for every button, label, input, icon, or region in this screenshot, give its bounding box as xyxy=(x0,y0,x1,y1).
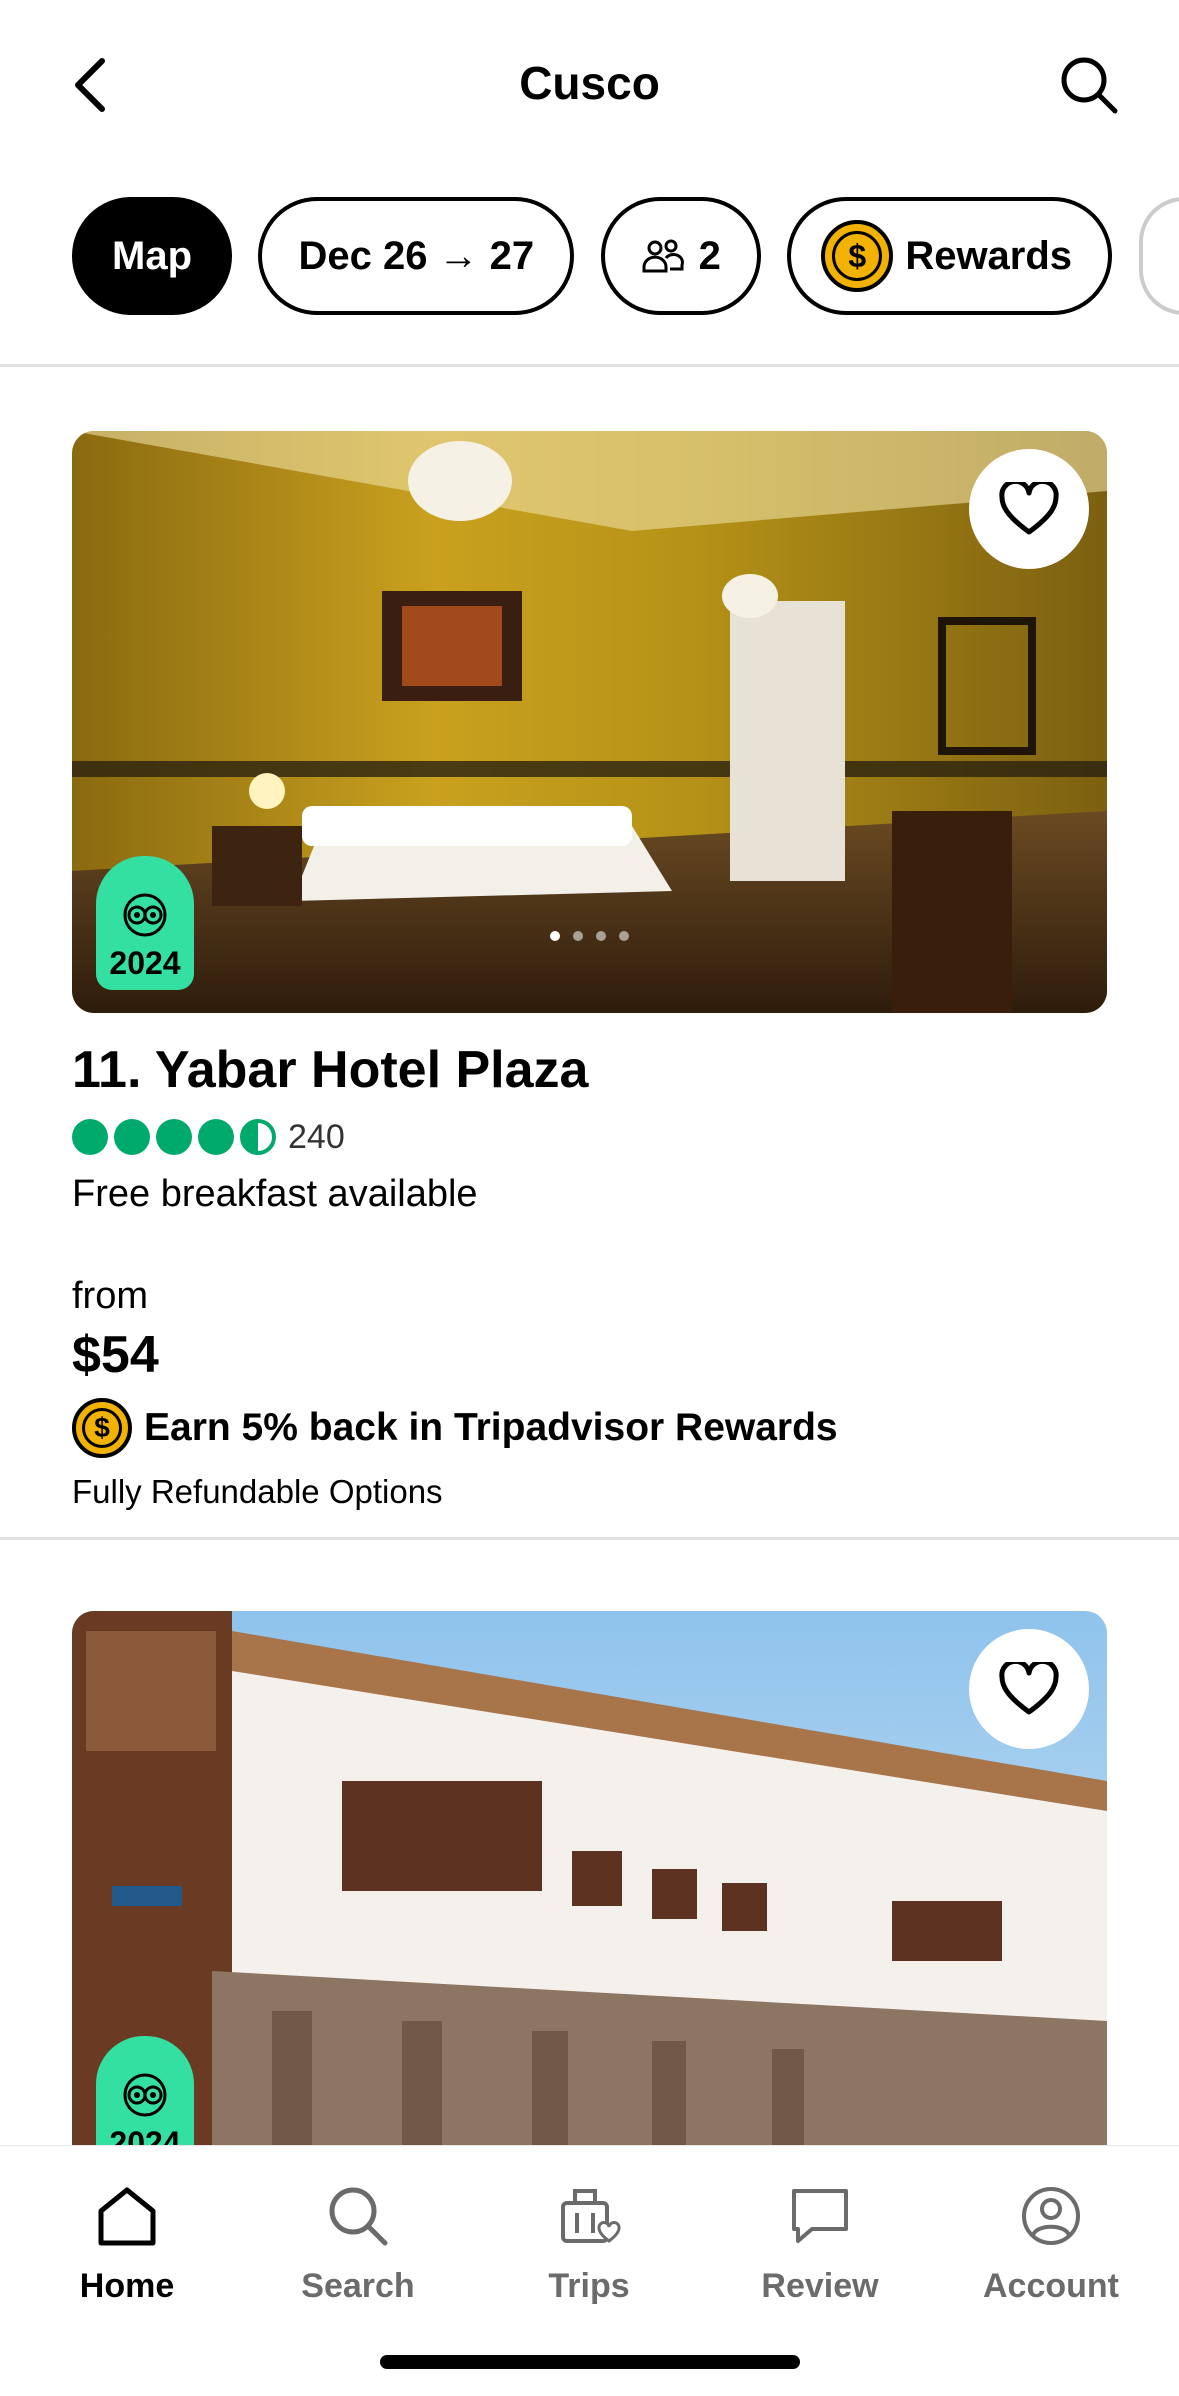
suitcase-icon xyxy=(561,2189,621,2243)
owl-logo-icon xyxy=(123,2073,167,2117)
dates-chip-label: Dec 26 → 27 xyxy=(298,233,535,278)
rewards-offer: $ Earn 5% back in Tripadvisor Rewards xyxy=(72,1398,838,1458)
account-icon xyxy=(1022,2187,1080,2245)
rewards-coin-icon: $ xyxy=(821,220,894,292)
coin-symbol: $ xyxy=(832,231,883,281)
hotel-name[interactable]: 11. Yabar Hotel Plaza xyxy=(72,1040,588,1100)
nav-label: Account xyxy=(983,2267,1119,2305)
heart-icon xyxy=(999,1662,1059,1715)
rating-bubble xyxy=(72,1119,108,1155)
filter-chips: Map Dec 26 → 27 2 $ Rewards xyxy=(72,197,1179,317)
pager-dot xyxy=(596,931,606,941)
price-prefix: from xyxy=(72,1275,148,1317)
travelers-choice-award-badge: 2024 xyxy=(96,856,194,990)
nav-label: Review xyxy=(761,2267,879,2305)
rewards-chip[interactable]: $ Rewards xyxy=(787,197,1113,315)
search-icon xyxy=(329,2187,388,2246)
pager-dot xyxy=(619,931,629,941)
map-chip-label: Map xyxy=(112,233,192,278)
rating-bubble xyxy=(114,1119,150,1155)
save-button[interactable] xyxy=(969,1629,1089,1749)
award-year: 2024 xyxy=(109,945,181,981)
price: $54 xyxy=(72,1326,159,1384)
nav-home[interactable]: Home xyxy=(27,2171,227,2306)
hotel-exterior-photo xyxy=(72,1611,1107,2193)
coin-symbol: $ xyxy=(82,1408,122,1448)
pager-dot xyxy=(573,931,583,941)
save-button[interactable] xyxy=(969,449,1089,569)
amenity-text: Free breakfast available xyxy=(72,1173,478,1215)
speech-bubble-icon xyxy=(792,2189,848,2243)
rating-bubble-half xyxy=(240,1119,276,1155)
map-chip[interactable]: Map xyxy=(72,197,232,315)
search-icon xyxy=(1061,57,1118,114)
nav-label: Home xyxy=(79,2267,175,2305)
hotel-room-photo xyxy=(72,431,1107,1013)
home-icon xyxy=(98,2187,156,2246)
dates-chip[interactable]: Dec 26 → 27 xyxy=(258,197,575,315)
nav-label: Trips xyxy=(548,2267,630,2305)
review-count: 240 xyxy=(288,1117,345,1156)
divider xyxy=(0,364,1179,367)
top-bar: Cusco xyxy=(0,0,1179,170)
photo-pager xyxy=(72,931,1107,941)
heart-icon xyxy=(999,482,1059,535)
nav-search[interactable]: Search xyxy=(258,2171,458,2306)
hotel-photo-1[interactable]: 2024 xyxy=(72,431,1107,1013)
home-indicator[interactable] xyxy=(380,2355,800,2369)
refund-text: Fully Refundable Options xyxy=(72,1473,443,1510)
rewards-coin-icon: $ xyxy=(72,1398,132,1458)
rating-bubble xyxy=(198,1119,234,1155)
guests-icon xyxy=(642,239,684,273)
nav-label: Search xyxy=(301,2267,415,2305)
divider xyxy=(0,1537,1179,1540)
nav-account[interactable]: Account xyxy=(951,2171,1151,2306)
hotel-photo-2[interactable]: 2024 xyxy=(72,1611,1107,2193)
nav-trips[interactable]: Trips xyxy=(489,2171,689,2306)
rewards-chip-label: Rewards xyxy=(905,233,1073,278)
filters-chip[interactable] xyxy=(1138,197,1179,315)
guests-chip[interactable]: 2 xyxy=(600,197,761,315)
nav-review[interactable]: Review xyxy=(720,2171,920,2306)
rating-bubble xyxy=(156,1119,192,1155)
pager-dot xyxy=(550,931,560,941)
rewards-text: Earn 5% back in Tripadvisor Rewards xyxy=(144,1406,838,1449)
search-button[interactable] xyxy=(1049,45,1129,125)
rating-bubbles: 240 xyxy=(72,1117,345,1157)
guests-chip-label: 2 xyxy=(698,233,721,278)
page-title: Cusco xyxy=(519,57,660,109)
